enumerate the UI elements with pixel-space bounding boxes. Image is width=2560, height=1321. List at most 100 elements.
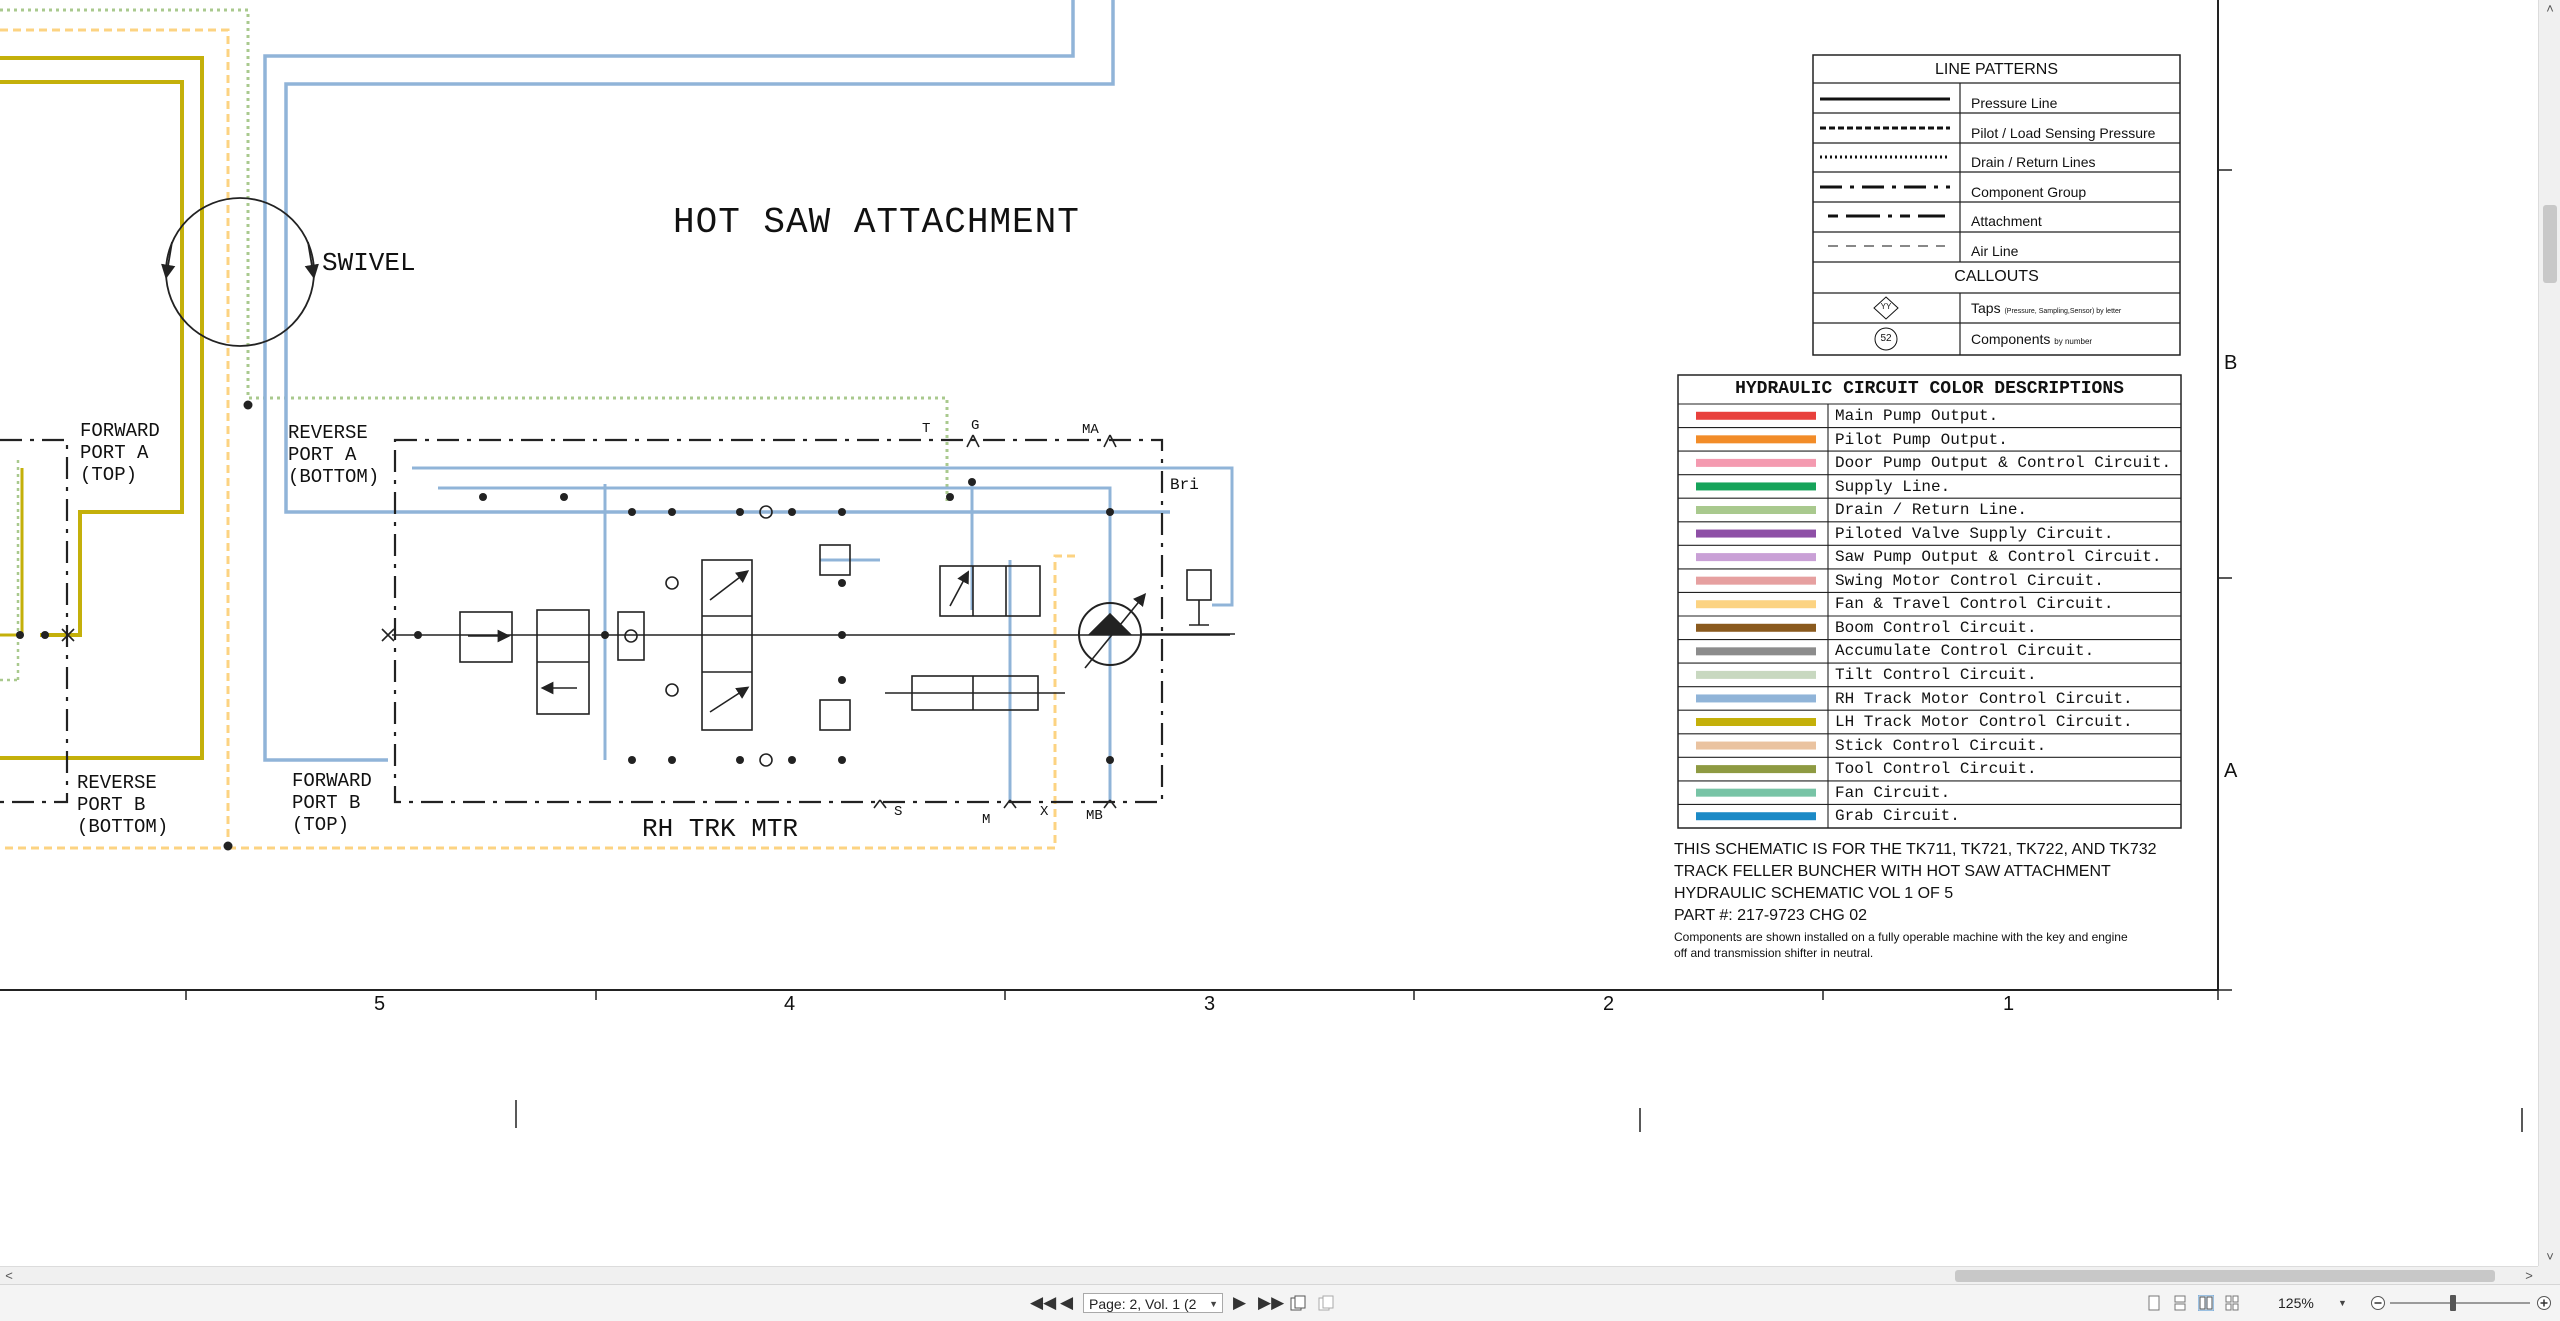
taps-symbol: YY: [1880, 302, 1892, 311]
last-page-icon[interactable]: ▶▶: [1258, 1294, 1284, 1311]
color-descriptions-header: HYDRAULIC CIRCUIT COLOR DESCRIPTIONS: [1735, 379, 2124, 399]
grid-column-3: 3: [1204, 993, 1216, 1015]
previous-page-icon[interactable]: ◀: [1060, 1294, 1073, 1311]
zoom-out-icon[interactable]: [2370, 1295, 2386, 1311]
page-select[interactable]: Page: 2, Vol. 1 (2 ▼: [1083, 1293, 1223, 1313]
color-description-rows: Main Pump Output. Pilot Pump Output. Door …: [1835, 405, 2171, 829]
chevron-down-icon: ▼: [1209, 1299, 1218, 1309]
insert-page-icon[interactable]: [1290, 1295, 1306, 1311]
color-description-label: Pilot Pump Output.: [1835, 430, 2008, 449]
first-page-icon[interactable]: ◀◀: [1030, 1294, 1056, 1311]
scroll-down-icon[interactable]: ˅: [2539, 1248, 2560, 1266]
components-symbol: 52: [1880, 333, 1892, 344]
color-swatch: [1696, 812, 1816, 821]
color-swatch: [1696, 458, 1816, 467]
color-description-label: Saw Pump Output & Control Circuit.: [1835, 548, 2162, 567]
port-x-label: X: [1040, 804, 1049, 820]
line-patterns-header: LINE PATTERNS: [1935, 61, 2058, 78]
document-viewport[interactable]: HOT SAW ATTACHMENT SWIVEL FORWARD PORT A…: [0, 0, 2538, 1266]
zoom-slider[interactable]: [2390, 1302, 2530, 1304]
components-row: Components by number: [1971, 331, 2093, 347]
zoom-slider-handle[interactable]: [2450, 1295, 2456, 1311]
line-pattern-rows: Pressure Line Pilot / Load Sensing Press…: [1971, 89, 2155, 267]
port-s-label: S: [894, 804, 903, 820]
swivel-label: SWIVEL: [322, 248, 416, 278]
component-group-boundaries: [0, 438, 1164, 804]
line-pattern-drain: Drain / Return Lines: [1971, 154, 2096, 171]
callouts-header: CALLOUTS: [1954, 268, 2039, 285]
color-swatch: [1696, 600, 1816, 609]
color-description-label: Swing Motor Control Circuit.: [1835, 571, 2104, 590]
line-pattern-pilot: Pilot / Load Sensing Pressure: [1971, 124, 2156, 141]
color-description-label: Tilt Control Circuit.: [1835, 666, 2037, 685]
color-swatch: [1696, 647, 1816, 656]
grid-row-a: A: [2224, 760, 2238, 782]
delete-page-icon[interactable]: [1318, 1295, 1334, 1311]
grid-row-b: B: [2224, 352, 2238, 374]
single-page-view-icon[interactable]: [2146, 1295, 2162, 1311]
scroll-left-icon[interactable]: ˂: [0, 1267, 18, 1285]
reverse-port-b-label: REVERSE PORT B (BOTTOM): [77, 772, 169, 838]
color-description-label: Fan & Travel Control Circuit.: [1835, 595, 2114, 614]
color-description-label: LH Track Motor Control Circuit.: [1835, 713, 2133, 732]
scroll-right-icon[interactable]: ˃: [2520, 1267, 2538, 1285]
rh-trk-mtr-label: RH TRK MTR: [642, 814, 799, 844]
hydraulic-lines: [0, 0, 1234, 850]
grid-column-1: 1: [2003, 993, 2015, 1015]
grid-column-2: 2: [1603, 993, 1615, 1015]
color-description-label: Stick Control Circuit.: [1835, 736, 2047, 755]
horizontal-scrollbar[interactable]: ˂ ˃: [0, 1266, 2538, 1285]
color-swatch: [1696, 694, 1816, 703]
color-description-label: Accumulate Control Circuit.: [1835, 642, 2095, 661]
valve-block-symbols: [61, 434, 1235, 809]
port-g-label: G: [971, 418, 980, 434]
next-page-icon[interactable]: ▶: [1233, 1294, 1246, 1311]
color-description-label: Door Pump Output & Control Circuit.: [1835, 454, 2172, 473]
drawing-title: HOT SAW ATTACHMENT: [673, 202, 1080, 243]
line-pattern-attachment: Attachment: [1971, 213, 2042, 230]
zoom-level[interactable]: 125% ▼: [2278, 1294, 2358, 1312]
color-swatch: [1696, 623, 1816, 632]
vertical-scroll-thumb[interactable]: [2543, 205, 2557, 283]
color-swatch: [1696, 576, 1816, 585]
color-description-label: RH Track Motor Control Circuit.: [1835, 689, 2133, 708]
color-description-label: Drain / Return Line.: [1835, 501, 2028, 520]
port-m-label: M: [982, 812, 991, 828]
port-ma-label: MA: [1082, 422, 1099, 438]
color-description-label: Boom Control Circuit.: [1835, 618, 2037, 637]
color-swatch: [1696, 765, 1816, 774]
port-bri-label: Bri: [1170, 476, 1199, 494]
grid-column-4: 4: [784, 993, 796, 1015]
junction-dots: [16, 478, 1114, 764]
scrollbar-corner: [2538, 1266, 2560, 1284]
line-pattern-component-group: Component Group: [1971, 183, 2087, 200]
status-bar: ◀◀ ◀ Page: 2, Vol. 1 (2 ▼ ▶ ▶▶ 125% ▼: [0, 1284, 2560, 1321]
color-description-label: Tool Control Circuit.: [1835, 760, 2037, 779]
book-view-icon[interactable]: [2224, 1295, 2240, 1311]
forward-port-b-label: FORWARD PORT B (TOP): [292, 770, 372, 836]
color-swatch: [1696, 788, 1816, 797]
reverse-port-a-label: REVERSE PORT A (BOTTOM): [288, 422, 380, 488]
zoom-in-icon[interactable]: [2536, 1295, 2552, 1311]
taps-row: Taps (Pressure, Sampling,Sensor) by lett…: [1971, 300, 2122, 316]
color-swatch: [1696, 506, 1816, 514]
color-swatch: [1696, 435, 1816, 444]
line-pattern-air: Air Line: [1971, 242, 2019, 259]
port-mb-label: MB: [1086, 808, 1103, 824]
color-swatch: [1696, 741, 1816, 750]
scroll-up-icon[interactable]: ˄: [2539, 0, 2560, 18]
color-swatch: [1696, 718, 1816, 726]
line-pattern-pressure: Pressure Line: [1971, 95, 2058, 111]
forward-port-a-label: FORWARD PORT A (TOP): [80, 420, 160, 486]
color-swatch: [1696, 411, 1816, 420]
horizontal-scroll-thumb[interactable]: [1955, 1270, 2495, 1282]
grid-column-5: 5: [374, 993, 386, 1015]
color-description-label: Grab Circuit.: [1835, 807, 1960, 826]
swivel-symbol: [161, 197, 319, 851]
color-description-label: Piloted Valve Supply Circuit.: [1835, 524, 2114, 543]
port-t-label: T: [922, 421, 931, 437]
vertical-scrollbar[interactable]: ˄ ˅: [2538, 0, 2560, 1266]
continuous-view-icon[interactable]: [2172, 1295, 2188, 1311]
color-swatch: [1696, 529, 1816, 538]
two-page-view-icon[interactable]: [2198, 1295, 2214, 1311]
